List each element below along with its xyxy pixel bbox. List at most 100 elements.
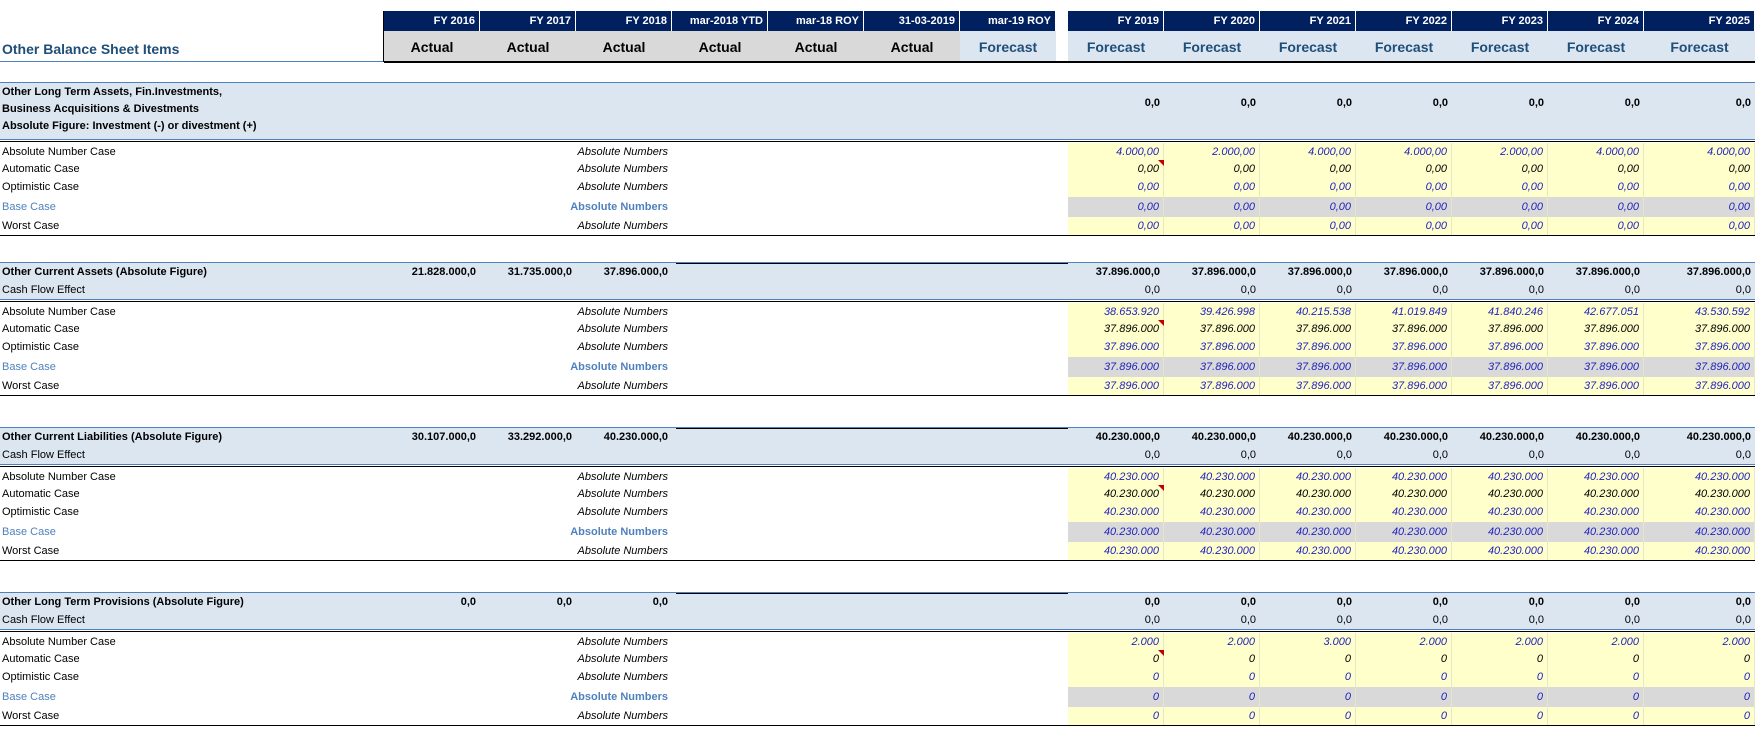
case-input-cell[interactable]: 40.230.000 <box>1356 502 1452 522</box>
case-input-cell[interactable]: 0 <box>1164 707 1260 725</box>
case-input-cell[interactable]: 40.230.000 <box>1164 502 1260 522</box>
column-header-6[interactable]: mar-19 ROY <box>960 11 1056 31</box>
case-input-cell[interactable]: 37.896.000 <box>1644 377 1755 395</box>
case-input-cell[interactable]: 4.000,00 <box>1356 143 1452 160</box>
case-input-cell[interactable]: 37.896.000 <box>1452 320 1548 337</box>
case-input-cell[interactable]: 0 <box>1260 650 1356 667</box>
case-input-cell[interactable]: 40.230.000 <box>1068 468 1164 485</box>
case-input-cell[interactable]: 0 <box>1356 667 1452 687</box>
case-input-cell[interactable]: 39.426.998 <box>1164 303 1260 320</box>
case-input-cell[interactable]: 0 <box>1548 687 1644 707</box>
case-input-cell[interactable]: 0,00 <box>1548 177 1644 197</box>
case-input-cell[interactable]: 4.000,00 <box>1548 143 1644 160</box>
case-input-cell[interactable]: 37.896.000 <box>1644 357 1755 377</box>
case-input-cell[interactable]: 0 <box>1356 707 1452 725</box>
column-header-12[interactable]: FY 2024 <box>1548 11 1644 31</box>
column-header-5[interactable]: 31-03-2019 <box>864 11 960 31</box>
case-input-cell[interactable]: 2.000 <box>1548 633 1644 650</box>
case-input-cell[interactable]: 37.896.000 <box>1164 357 1260 377</box>
case-input-cell[interactable]: 0,00 <box>1068 160 1164 177</box>
case-input-cell[interactable]: 37.896.000 <box>1452 377 1548 395</box>
column-header-3[interactable]: mar-2018 YTD <box>672 11 768 31</box>
case-input-cell[interactable]: 37.896.000 <box>1260 357 1356 377</box>
case-input-cell[interactable]: 40.230.000 <box>1644 468 1755 485</box>
column-header-4[interactable]: mar-18 ROY <box>768 11 864 31</box>
column-header-11[interactable]: FY 2023 <box>1452 11 1548 31</box>
case-input-cell[interactable]: 40.230.000 <box>1356 485 1452 502</box>
case-input-cell[interactable]: 40.230.000 <box>1164 522 1260 542</box>
case-input-cell[interactable]: 0 <box>1356 650 1452 667</box>
case-input-cell[interactable]: 0 <box>1068 707 1164 725</box>
case-input-cell[interactable]: 0 <box>1644 650 1755 667</box>
case-input-cell[interactable]: 40.230.000 <box>1260 502 1356 522</box>
column-header-10[interactable]: FY 2022 <box>1356 11 1452 31</box>
case-input-cell[interactable]: 0 <box>1548 667 1644 687</box>
case-input-cell[interactable]: 37.896.000 <box>1164 337 1260 357</box>
case-input-cell[interactable]: 0,00 <box>1548 160 1644 177</box>
case-input-cell[interactable]: 0,00 <box>1548 197 1644 217</box>
case-input-cell[interactable]: 37.896.000 <box>1164 320 1260 337</box>
case-input-cell[interactable]: 40.230.000 <box>1452 468 1548 485</box>
case-input-cell[interactable]: 0,00 <box>1260 217 1356 235</box>
case-input-cell[interactable]: 40.230.000 <box>1068 542 1164 560</box>
case-input-cell[interactable]: 4.000,00 <box>1260 143 1356 160</box>
case-input-cell[interactable]: 37.896.000 <box>1356 377 1452 395</box>
case-input-cell[interactable]: 38.653.920 <box>1068 303 1164 320</box>
case-input-cell[interactable]: 0,00 <box>1356 197 1452 217</box>
case-input-cell[interactable]: 0 <box>1164 667 1260 687</box>
case-input-cell[interactable]: 41.840.246 <box>1452 303 1548 320</box>
case-input-cell[interactable]: 0,00 <box>1452 160 1548 177</box>
case-input-cell[interactable]: 37.896.000 <box>1548 377 1644 395</box>
case-input-cell[interactable]: 40.230.000 <box>1356 522 1452 542</box>
case-input-cell[interactable]: 0 <box>1548 650 1644 667</box>
case-input-cell[interactable]: 43.530.592 <box>1644 303 1755 320</box>
case-input-cell[interactable]: 40.230.000 <box>1644 522 1755 542</box>
case-input-cell[interactable]: 40.230.000 <box>1164 542 1260 560</box>
case-input-cell[interactable]: 37.896.000 <box>1260 377 1356 395</box>
case-input-cell[interactable]: 0 <box>1068 687 1164 707</box>
case-input-cell[interactable]: 0 <box>1644 687 1755 707</box>
case-input-cell[interactable]: 2.000,00 <box>1452 143 1548 160</box>
case-input-cell[interactable]: 40.230.000 <box>1644 542 1755 560</box>
case-input-cell[interactable]: 37.896.000 <box>1356 320 1452 337</box>
case-input-cell[interactable]: 37.896.000 <box>1260 320 1356 337</box>
case-input-cell[interactable]: 2.000 <box>1644 633 1755 650</box>
case-input-cell[interactable]: 42.677.051 <box>1548 303 1644 320</box>
column-header-0[interactable]: FY 2016 <box>384 11 480 31</box>
case-input-cell[interactable]: 0,00 <box>1260 177 1356 197</box>
case-input-cell[interactable]: 0,00 <box>1068 177 1164 197</box>
case-input-cell[interactable]: 0,00 <box>1068 197 1164 217</box>
case-input-cell[interactable]: 0,00 <box>1644 177 1755 197</box>
case-input-cell[interactable]: 0 <box>1452 667 1548 687</box>
case-input-cell[interactable]: 0 <box>1452 687 1548 707</box>
case-input-cell[interactable]: 0,00 <box>1548 217 1644 235</box>
case-input-cell[interactable]: 0,00 <box>1356 217 1452 235</box>
case-input-cell[interactable]: 37.896.000 <box>1548 337 1644 357</box>
case-input-cell[interactable]: 3.000 <box>1260 633 1356 650</box>
case-input-cell[interactable]: 37.896.000 <box>1068 377 1164 395</box>
case-input-cell[interactable]: 40.230.000 <box>1260 542 1356 560</box>
case-input-cell[interactable]: 40.230.000 <box>1068 522 1164 542</box>
case-input-cell[interactable]: 37.896.000 <box>1644 320 1755 337</box>
case-input-cell[interactable]: 40.230.000 <box>1548 522 1644 542</box>
column-header-7[interactable]: FY 2019 <box>1068 11 1164 31</box>
column-header-2[interactable]: FY 2018 <box>576 11 672 31</box>
column-header-8[interactable]: FY 2020 <box>1164 11 1260 31</box>
case-input-cell[interactable]: 40.230.000 <box>1068 502 1164 522</box>
case-input-cell[interactable]: 40.230.000 <box>1548 502 1644 522</box>
case-input-cell[interactable]: 2.000,00 <box>1164 143 1260 160</box>
column-header-1[interactable]: FY 2017 <box>480 11 576 31</box>
case-input-cell[interactable]: 2.000 <box>1068 633 1164 650</box>
case-input-cell[interactable]: 0 <box>1644 667 1755 687</box>
case-input-cell[interactable]: 37.896.000 <box>1548 320 1644 337</box>
case-input-cell[interactable]: 40.230.000 <box>1644 502 1755 522</box>
case-input-cell[interactable]: 40.230.000 <box>1068 485 1164 502</box>
case-input-cell[interactable]: 0 <box>1548 707 1644 725</box>
case-input-cell[interactable]: 37.896.000 <box>1452 337 1548 357</box>
case-input-cell[interactable]: 0 <box>1260 667 1356 687</box>
case-input-cell[interactable]: 4.000,00 <box>1644 143 1755 160</box>
case-input-cell[interactable]: 0 <box>1164 650 1260 667</box>
case-input-cell[interactable]: 0,00 <box>1356 177 1452 197</box>
case-input-cell[interactable]: 0,00 <box>1452 197 1548 217</box>
case-input-cell[interactable]: 40.230.000 <box>1260 485 1356 502</box>
